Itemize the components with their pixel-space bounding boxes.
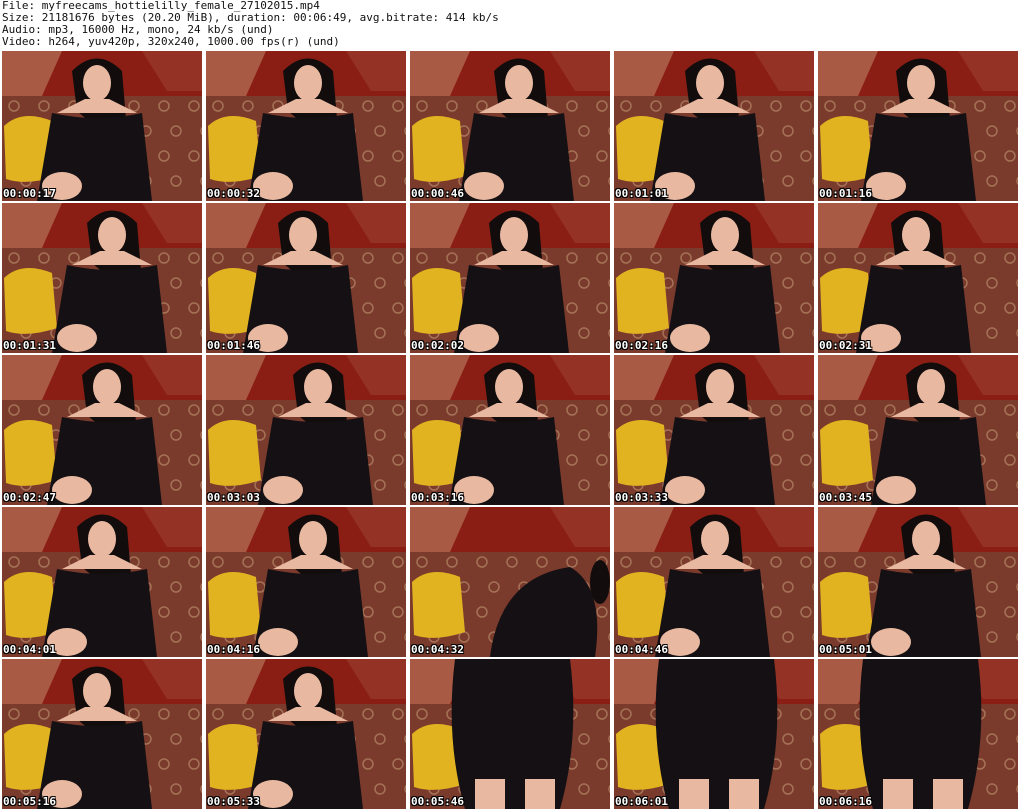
thumbnail-frame-image (818, 507, 1018, 657)
thumbnail-timestamp: 00:00:17 (3, 187, 56, 200)
thumbnail-frame-image (206, 355, 406, 505)
video-line: Video: h264, yuv420p, 320x240, 1000.00 f… (2, 35, 340, 48)
video-thumbnail: 00:02:31 (818, 203, 1018, 353)
thumbnail-frame-image (410, 203, 610, 353)
file-info-header: File: myfreecams_hottielilly_female_2710… (2, 0, 1022, 50)
thumbnail-timestamp: 00:04:46 (615, 643, 668, 656)
thumbnail-frame-image (410, 51, 610, 201)
thumbnail-frame-image (614, 659, 814, 809)
thumbnail-frame-image (818, 355, 1018, 505)
video-thumbnail: 00:04:32 (410, 507, 610, 657)
video-thumbnail: 00:01:46 (206, 203, 406, 353)
thumbnail-timestamp: 00:05:16 (3, 795, 56, 808)
thumbnail-frame-image (2, 355, 202, 505)
thumbnail-frame-image (2, 51, 202, 201)
thumbnail-frame-image (818, 51, 1018, 201)
thumbnail-timestamp: 00:05:46 (411, 795, 464, 808)
thumbnail-timestamp: 00:05:01 (819, 643, 872, 656)
thumbnail-frame-image (410, 507, 610, 657)
thumbnail-timestamp: 00:06:01 (615, 795, 668, 808)
video-thumbnail: 00:04:46 (614, 507, 814, 657)
thumbnail-timestamp: 00:01:01 (615, 187, 668, 200)
video-thumbnail: 00:06:01 (614, 659, 814, 809)
thumbnail-timestamp: 00:02:16 (615, 339, 668, 352)
thumbnail-frame-image (206, 203, 406, 353)
video-thumbnail: 00:03:03 (206, 355, 406, 505)
thumbnail-timestamp: 00:01:16 (819, 187, 872, 200)
thumbnail-timestamp: 00:02:31 (819, 339, 872, 352)
thumbnail-timestamp: 00:02:02 (411, 339, 464, 352)
thumbnail-timestamp: 00:03:03 (207, 491, 260, 504)
thumbnail-timestamp: 00:04:32 (411, 643, 464, 656)
thumbnail-frame-image (818, 659, 1018, 809)
video-thumbnail: 00:03:45 (818, 355, 1018, 505)
thumbnail-frame-image (410, 355, 610, 505)
video-thumbnail: 00:01:31 (2, 203, 202, 353)
video-thumbnail: 00:02:47 (2, 355, 202, 505)
thumbnail-frame-image (614, 355, 814, 505)
video-thumbnail: 00:05:33 (206, 659, 406, 809)
thumbnail-timestamp: 00:01:46 (207, 339, 260, 352)
thumbnail-frame-image (2, 507, 202, 657)
thumbnail-frame-image (818, 203, 1018, 353)
thumbnail-frame-image (614, 507, 814, 657)
thumbnail-frame-image (206, 507, 406, 657)
thumbnail-timestamp: 00:04:16 (207, 643, 260, 656)
video-thumbnail: 00:00:32 (206, 51, 406, 201)
thumbnail-timestamp: 00:02:47 (3, 491, 56, 504)
thumbnail-timestamp: 00:00:32 (207, 187, 260, 200)
video-thumbnail: 00:02:02 (410, 203, 610, 353)
thumbnail-timestamp: 00:01:31 (3, 339, 56, 352)
video-thumbnail: 00:01:01 (614, 51, 814, 201)
thumbnail-timestamp: 00:00:46 (411, 187, 464, 200)
thumbnail-grid: 00:00:17 00:00:32 00:00:46 00:01:01 00:01:16… (2, 51, 1022, 811)
video-thumbnail: 00:05:01 (818, 507, 1018, 657)
thumbnail-frame-image (2, 659, 202, 809)
video-thumbnail: 00:03:16 (410, 355, 610, 505)
thumbnail-timestamp: 00:03:45 (819, 491, 872, 504)
thumbnail-frame-image (206, 51, 406, 201)
video-thumbnail: 00:04:16 (206, 507, 406, 657)
video-thumbnail: 00:04:01 (2, 507, 202, 657)
video-thumbnail: 00:06:16 (818, 659, 1018, 809)
video-thumbnail: 00:05:16 (2, 659, 202, 809)
thumbnail-frame-image (614, 51, 814, 201)
thumbnail-timestamp: 00:06:16 (819, 795, 872, 808)
thumbnail-frame-image (410, 659, 610, 809)
video-thumbnail: 00:05:46 (410, 659, 610, 809)
thumbnail-timestamp: 00:05:33 (207, 795, 260, 808)
video-thumbnail: 00:00:17 (2, 51, 202, 201)
thumbnail-frame-image (2, 203, 202, 353)
thumbnail-frame-image (614, 203, 814, 353)
thumbnail-timestamp: 00:03:33 (615, 491, 668, 504)
thumbnail-timestamp: 00:04:01 (3, 643, 56, 656)
video-thumbnail: 00:00:46 (410, 51, 610, 201)
thumbnail-frame-image (206, 659, 406, 809)
thumbnail-timestamp: 00:03:16 (411, 491, 464, 504)
video-thumbnail: 00:03:33 (614, 355, 814, 505)
video-thumbnail: 00:02:16 (614, 203, 814, 353)
video-thumbnail: 00:01:16 (818, 51, 1018, 201)
